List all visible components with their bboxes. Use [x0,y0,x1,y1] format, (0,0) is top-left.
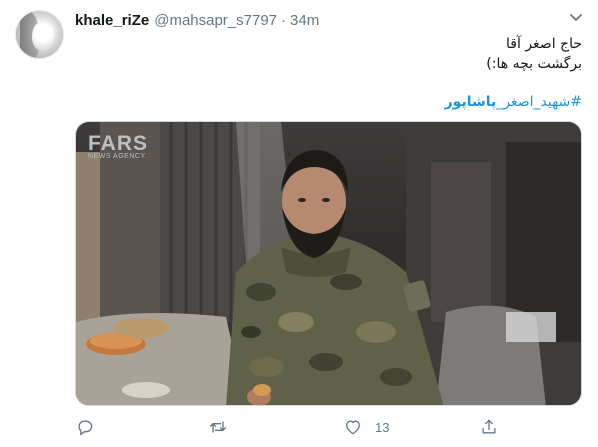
avatar[interactable] [15,10,64,59]
tweet-text-line-1: حاج اصغر آقا [506,36,582,52]
reply-button[interactable] [75,414,95,440]
like-count: 13 [375,419,390,435]
user-handle[interactable]: @mahsapr_s7797 [154,12,277,29]
tweet-text: حاج اصغر آقا برگشت بچه ها:) [486,34,582,74]
tweet-text-line-2: برگشت بچه ها:) [486,56,582,72]
fars-watermark: FARS NEWS AGENCY [88,132,148,160]
photo-scene [76,122,581,405]
tweet-header: khale_riZe @mahsapr_s7797 · 34m [75,12,319,32]
tweet[interactable]: khale_riZe @mahsapr_s7797 · 34m حاج اصغر… [0,0,598,447]
share-button[interactable] [479,414,499,440]
display-name[interactable]: khale_riZe [75,12,149,29]
like-button[interactable]: 13 [343,414,389,440]
retweet-button[interactable] [208,414,228,440]
hashtag-link[interactable]: #شهید_اصغر_پاشاپور [445,92,582,112]
retweet-icon [209,421,227,433]
tweet-photo[interactable]: FARS NEWS AGENCY [75,121,582,406]
heart-icon [346,420,360,435]
separator-dot: · [281,12,287,29]
fars-watermark-small: NEWS AGENCY [88,153,146,160]
timestamp[interactable]: 34m [290,12,319,29]
reply-icon [78,420,93,436]
hashtag-bold: پاشاپور [444,94,497,110]
tweet-actions: 13 [75,414,515,440]
hashtag-prefix: #شهید_اصغر_ [496,94,582,110]
avatar-face [32,21,54,51]
share-icon [482,419,496,434]
chevron-down-icon[interactable] [567,11,585,25]
